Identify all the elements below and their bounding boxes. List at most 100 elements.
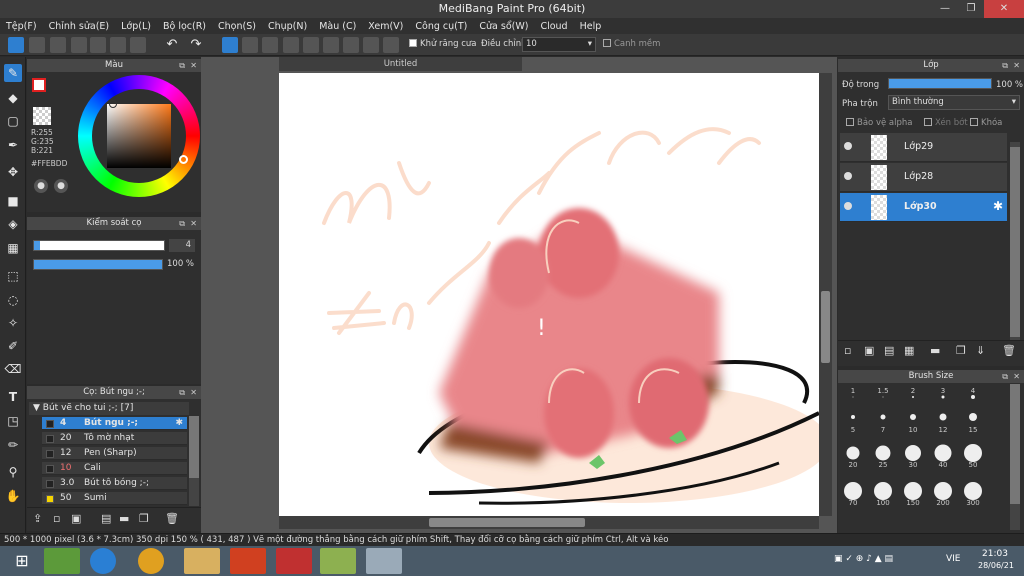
circle-snap-icon[interactable] xyxy=(323,37,339,53)
antialias-toggle[interactable]: Khử răng cưa xyxy=(409,39,477,49)
adjust-select[interactable]: 10 ▾ xyxy=(522,37,596,52)
brush-size-cell[interactable]: 5 xyxy=(838,405,868,435)
palette-icon[interactable]: ● xyxy=(34,179,48,193)
menu-view[interactable]: Xem(V) xyxy=(362,21,409,32)
add-brush-icon[interactable]: ▣ xyxy=(71,512,81,525)
add-layer-menu-icon[interactable]: ▦ xyxy=(904,344,914,357)
magic-wand-icon[interactable]: ✧ xyxy=(4,314,22,332)
close-icon[interactable]: ✕ xyxy=(1013,59,1020,72)
menu-filter[interactable]: Bộ lọc(R) xyxy=(157,21,212,32)
app-icon[interactable] xyxy=(276,548,312,574)
popout-icon[interactable]: ⧉ xyxy=(1002,370,1008,383)
comment-icon[interactable] xyxy=(71,37,87,53)
trash-icon[interactable]: 🗑 xyxy=(1002,344,1016,357)
brush-item[interactable]: 4 Bút ngu ;-; ✱ xyxy=(42,417,187,430)
color-picker-cursor[interactable] xyxy=(109,100,117,108)
gradient-tool-icon[interactable]: ▦ xyxy=(4,239,22,257)
input-language[interactable]: VIE xyxy=(946,554,961,564)
hue-ring[interactable] xyxy=(78,75,200,197)
clock-time[interactable]: 21:03 xyxy=(982,549,1008,559)
brush-size-cell[interactable]: 50 xyxy=(958,440,988,470)
undo-icon[interactable]: ↶ xyxy=(164,37,180,53)
popout-icon[interactable]: ⧉ xyxy=(1002,59,1008,72)
document-icon[interactable] xyxy=(90,37,106,53)
select-eraser-icon[interactable]: ⌫ xyxy=(4,360,22,378)
brush-size-cell[interactable]: 300 xyxy=(958,478,988,508)
cloud-icon[interactable] xyxy=(8,37,24,53)
brush-tool-icon[interactable]: ✎ xyxy=(4,64,22,82)
soft-snap-checkbox[interactable] xyxy=(603,39,611,47)
file-explorer-icon[interactable] xyxy=(184,548,220,574)
text-tool-icon[interactable]: T xyxy=(4,388,22,406)
menu-help[interactable]: Help xyxy=(574,21,608,32)
brush-size-cell[interactable]: 10 xyxy=(898,405,928,435)
menu-layer[interactable]: Lớp(L) xyxy=(115,21,157,32)
brush-size-cell[interactable]: 200 xyxy=(928,478,958,508)
popout-icon[interactable]: ⧉ xyxy=(179,217,185,230)
new-halftone-layer-icon[interactable]: ▣ xyxy=(864,344,874,357)
vanish-snap-icon[interactable] xyxy=(283,37,299,53)
alpha-protect-checkbox[interactable] xyxy=(846,118,854,126)
clock-date[interactable]: 28/06/21 xyxy=(978,561,1014,570)
lock-toggle[interactable]: Khóa xyxy=(970,118,1002,128)
blend-mode-select[interactable]: Bình thường ▾ xyxy=(888,95,1020,110)
brush-size-cell[interactable]: 30 xyxy=(898,440,928,470)
duplicate-icon[interactable]: ❐ xyxy=(956,344,966,357)
select-rect-icon[interactable]: ⬚ xyxy=(4,267,22,285)
clip-checkbox[interactable] xyxy=(924,118,932,126)
move-tool-icon[interactable]: ✥ xyxy=(4,163,22,181)
trash-icon[interactable]: 🗑 xyxy=(165,512,179,525)
chrome-icon[interactable] xyxy=(138,548,164,574)
new-8bit-layer-icon[interactable]: ▤ xyxy=(884,344,894,357)
rect-tool-icon[interactable]: ▢ xyxy=(4,112,22,130)
popout-icon[interactable]: ⧉ xyxy=(179,59,185,72)
folder-icon[interactable]: ▬ xyxy=(930,344,940,357)
hand-tool-icon[interactable]: ✋ xyxy=(4,487,22,505)
greenshot-icon[interactable] xyxy=(320,548,356,574)
cross-snap-icon[interactable] xyxy=(262,37,278,53)
layer-row[interactable]: Lớp30 ✱ xyxy=(840,193,1007,222)
brush-size-cell[interactable]: 40 xyxy=(928,440,958,470)
brush-size-cell[interactable]: 70 xyxy=(838,478,868,508)
brush-settings-icon[interactable]: ▤ xyxy=(101,512,111,525)
select-pen-icon[interactable]: ✐ xyxy=(4,337,22,355)
share-icon[interactable] xyxy=(29,37,45,53)
brush-size-cell[interactable]: 7 xyxy=(868,405,898,435)
antialias-checkbox[interactable] xyxy=(409,39,417,47)
ellipse-snap-icon[interactable] xyxy=(363,37,379,53)
soft-snap-toggle[interactable]: Canh mềm xyxy=(603,39,660,49)
list-icon[interactable] xyxy=(110,37,126,53)
windows-start-icon[interactable]: ⊞ xyxy=(4,548,40,574)
close-icon[interactable]: ✕ xyxy=(190,386,197,399)
close-icon[interactable]: ✕ xyxy=(190,217,197,230)
clip-toggle[interactable]: Xén bớt xyxy=(924,118,968,128)
new-brush-icon[interactable]: ▫ xyxy=(53,512,60,525)
eraser-tool-icon[interactable]: ◆ xyxy=(4,89,22,107)
menu-select[interactable]: Chọn(S) xyxy=(212,21,262,32)
foreground-color-swatch[interactable] xyxy=(32,78,46,92)
palette-add-icon[interactable]: ● xyxy=(54,179,68,193)
brush-size-cell[interactable]: 20 xyxy=(838,440,868,470)
eye-icon[interactable] xyxy=(844,202,852,210)
eye-icon[interactable] xyxy=(844,142,852,150)
radial-snap-icon[interactable] xyxy=(303,37,319,53)
brush-size-value[interactable]: 4 xyxy=(169,239,195,252)
lasso-tool-icon[interactable]: ◌ xyxy=(4,291,22,309)
layer-list-scrollbar[interactable] xyxy=(1010,142,1020,342)
menu-edit[interactable]: Chỉnh sửa(E) xyxy=(43,21,116,32)
snap-settings-icon[interactable] xyxy=(383,37,399,53)
brush-size-cell[interactable]: 12 xyxy=(928,405,958,435)
canvas-horizontal-scrollbar[interactable] xyxy=(279,516,819,529)
menu-window[interactable]: Cửa sổ(W) xyxy=(473,21,534,32)
brush-item[interactable]: 10 Cali xyxy=(42,462,187,475)
canvas-tab[interactable]: Untitled xyxy=(279,57,522,71)
brush-size-cell[interactable]: 25 xyxy=(868,440,898,470)
brush-item[interactable]: 20 Tô mờ nhạt xyxy=(42,432,187,445)
popout-icon[interactable]: ⧉ xyxy=(179,386,185,399)
duplicate-icon[interactable]: ❐ xyxy=(139,512,149,525)
saturation-square[interactable] xyxy=(107,104,171,168)
brush-group[interactable]: ▼ Bút vẽ cho tui ;-; [7] xyxy=(29,402,189,415)
dot-pen-icon[interactable]: ✒ xyxy=(4,136,22,154)
hue-picker-handle[interactable] xyxy=(179,155,188,164)
brush-opacity-slider[interactable] xyxy=(33,259,163,270)
